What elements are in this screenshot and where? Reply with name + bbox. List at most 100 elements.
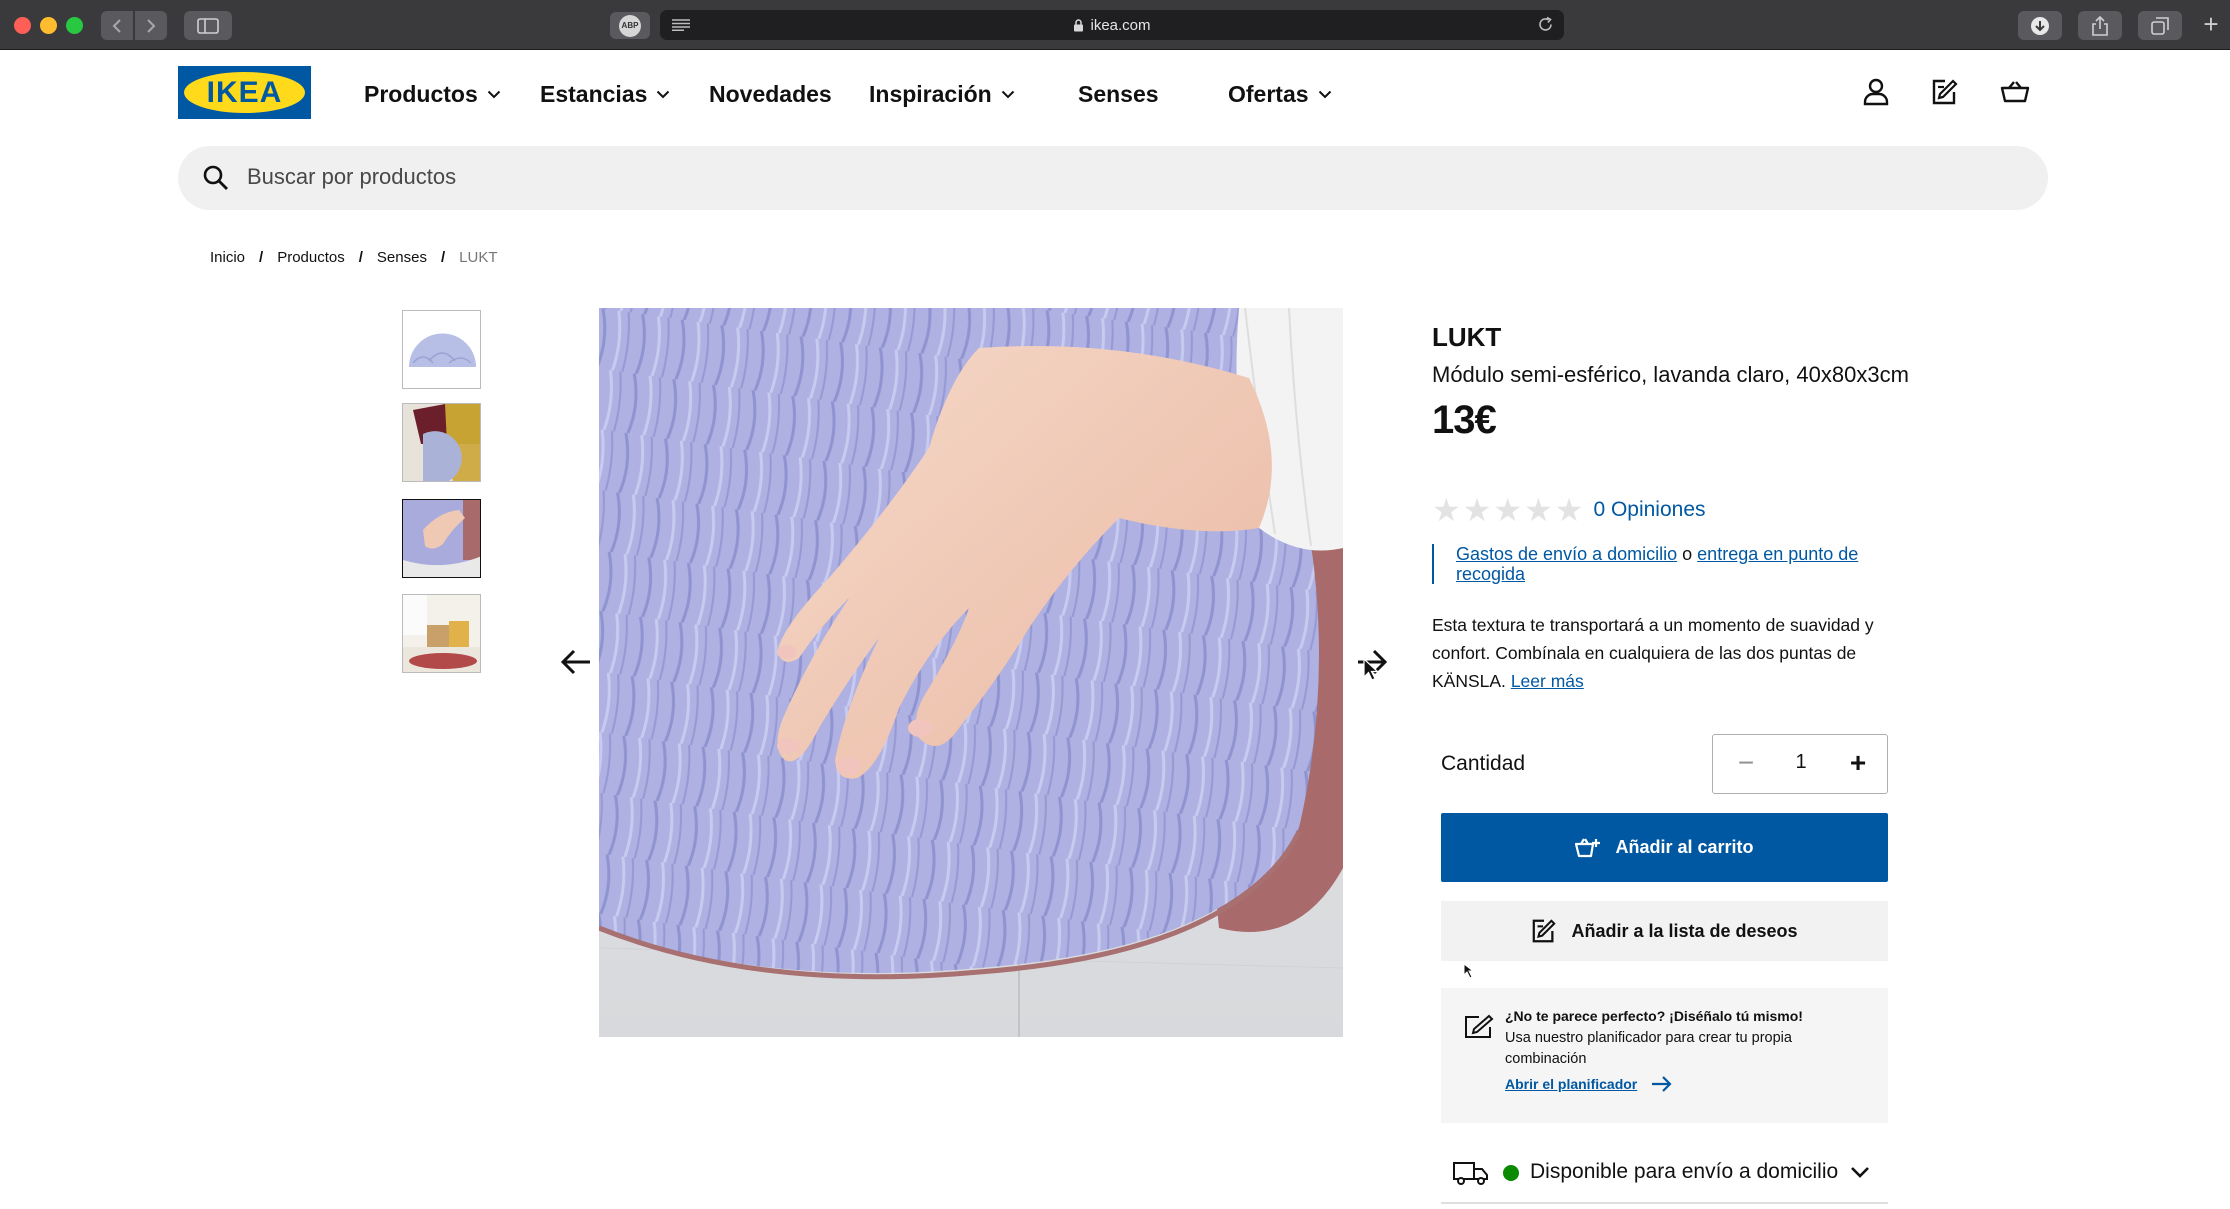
mouse-cursor-icon xyxy=(1463,962,1475,979)
star-icon: ★ xyxy=(1432,492,1461,528)
increase-quantity-button[interactable]: + xyxy=(1843,749,1873,779)
reload-icon[interactable] xyxy=(1537,16,1554,33)
tab-overview-button[interactable] xyxy=(2138,11,2182,40)
chevron-down-icon xyxy=(657,90,670,98)
product-photo xyxy=(599,308,1343,1037)
chevron-down-icon xyxy=(1001,90,1014,98)
wishlist-icon xyxy=(1533,919,1557,943)
breadcrumb-item-productos[interactable]: Productos xyxy=(277,249,345,266)
star-icon: ★ xyxy=(1524,492,1553,528)
open-planner-link[interactable]: Abrir el planificador xyxy=(1505,1075,1673,1093)
user-icon xyxy=(1863,78,1889,106)
availability-text: Disponible para envío a domicilio xyxy=(1530,1160,1839,1183)
chevron-left-icon xyxy=(112,18,121,33)
product-summary-text: Esta textura te transportará a un moment… xyxy=(1432,615,1874,691)
sidebar-toggle-button[interactable] xyxy=(184,11,232,40)
star-icon: ★ xyxy=(1554,492,1584,528)
cart-icon xyxy=(2000,81,2030,103)
reviews-link[interactable]: 0 Opiniones xyxy=(1593,498,1705,522)
account-button[interactable] xyxy=(1860,76,1892,108)
breadcrumb-item-senses[interactable]: Senses xyxy=(377,249,427,266)
wishlist-icon xyxy=(1932,79,1958,105)
add-to-wishlist-label: Añadir a la lista de deseos xyxy=(1571,920,1798,941)
shopping-list-button[interactable] xyxy=(1929,76,1961,108)
delivery-info: Gastos de envío a domicilio o entrega en… xyxy=(1432,544,1892,584)
star-icon: ★ xyxy=(1462,492,1492,528)
add-to-cart-button[interactable]: Añadir al carrito xyxy=(1441,813,1888,882)
thumbnail-1[interactable] xyxy=(402,310,481,389)
arrow-left-icon xyxy=(560,649,590,675)
nav-label: Estancias xyxy=(540,80,648,107)
search-icon xyxy=(203,165,228,190)
thumbnail-2[interactable] xyxy=(402,403,481,482)
nav-label: Ofertas xyxy=(1228,80,1309,107)
url-text: ikea.com xyxy=(1090,16,1151,34)
product-summary: Esta textura te transportará a un moment… xyxy=(1432,611,1892,695)
nav-item-senses[interactable]: Senses xyxy=(1078,76,1159,112)
share-button[interactable] xyxy=(2078,11,2122,40)
nav-label: Senses xyxy=(1078,80,1159,107)
main-product-image[interactable] xyxy=(599,308,1343,1037)
planner-text: Usa nuestro planificador para crear tu p… xyxy=(1505,1030,1792,1067)
share-icon xyxy=(2092,15,2108,36)
quantity-stepper: − 1 + xyxy=(1712,734,1888,794)
search-placeholder: Buscar por productos xyxy=(247,164,457,189)
ikea-logo[interactable]: IKEA xyxy=(178,66,311,119)
thumbnail-3[interactable] xyxy=(402,499,481,578)
adblock-label: ABP xyxy=(619,14,641,37)
mouse-cursor-icon xyxy=(1363,658,1379,681)
download-icon xyxy=(2031,16,2049,35)
downloads-button[interactable] xyxy=(2018,11,2062,40)
chevron-down-icon xyxy=(1318,90,1331,98)
search-bar[interactable]: Buscar por productos xyxy=(178,146,2048,210)
breadcrumb-separator: / xyxy=(259,249,264,266)
design-pencil-icon xyxy=(1465,1014,1494,1038)
home-delivery-link[interactable]: Gastos de envío a domicilio xyxy=(1456,544,1677,564)
breadcrumb-item-inicio[interactable]: Inicio xyxy=(210,249,245,266)
minimize-window-button[interactable] xyxy=(40,17,57,34)
product-description: Módulo semi-esférico, lavanda claro, 40x… xyxy=(1432,362,1909,387)
reader-mode-icon[interactable] xyxy=(672,19,690,31)
planner-promo: ¿No te parece perfecto? ¡Diséñalo tú mis… xyxy=(1441,988,1888,1123)
url-display: ikea.com xyxy=(1073,16,1151,34)
adblock-extension-button[interactable]: ABP xyxy=(610,12,650,39)
nav-item-estancias[interactable]: Estancias xyxy=(540,76,670,112)
availability-status-dot xyxy=(1503,1165,1519,1181)
chevron-down-icon xyxy=(487,90,500,98)
nav-item-ofertas[interactable]: Ofertas xyxy=(1228,76,1332,112)
address-bar[interactable]: ikea.com xyxy=(660,10,1564,40)
thumbnail-image xyxy=(403,311,480,388)
forward-button[interactable] xyxy=(135,11,167,40)
read-more-link[interactable]: Leer más xyxy=(1511,671,1584,691)
back-button[interactable] xyxy=(101,11,133,40)
arrow-right-icon xyxy=(1652,1076,1672,1092)
breadcrumb-current: LUKT xyxy=(459,249,498,266)
zoom-window-button[interactable] xyxy=(66,17,83,34)
thumbnail-4[interactable] xyxy=(402,594,481,673)
previous-image-button[interactable] xyxy=(558,646,594,678)
browser-toolbar: ABP ikea.com + xyxy=(0,0,2230,50)
truck-icon xyxy=(1453,1162,1488,1185)
breadcrumb-separator: / xyxy=(358,249,363,266)
nav-item-productos[interactable]: Productos xyxy=(364,76,501,112)
planner-title: ¿No te parece perfecto? ¡Diséñalo tú mis… xyxy=(1505,1008,1803,1024)
nav-item-novedades[interactable]: Novedades xyxy=(709,76,832,112)
product-name: LUKT xyxy=(1432,322,1502,352)
decrease-quantity-button[interactable]: − xyxy=(1731,749,1761,779)
nav-label: Productos xyxy=(364,80,478,107)
delivery-or: o xyxy=(1682,544,1693,564)
home-delivery-availability[interactable]: Disponible para envío a domicilio xyxy=(1441,1156,1888,1204)
add-to-wishlist-button[interactable]: Añadir a la lista de deseos xyxy=(1441,901,1888,961)
cart-button[interactable] xyxy=(1999,76,2031,108)
product-rating[interactable]: ★ ★ ★ ★ ★ 0 Opiniones xyxy=(1432,494,1706,526)
lock-icon xyxy=(1074,18,1084,31)
close-window-button[interactable] xyxy=(14,17,31,34)
nav-label: Novedades xyxy=(709,80,832,107)
thumbnail-image xyxy=(403,595,480,672)
nav-item-inspiracion[interactable]: Inspiración xyxy=(869,76,1015,112)
thumbnail-image xyxy=(403,500,480,577)
cart-plus-icon xyxy=(1575,837,1601,857)
new-tab-button[interactable]: + xyxy=(2200,11,2222,37)
nav-label: Inspiración xyxy=(869,80,992,107)
quantity-input[interactable]: 1 xyxy=(1785,751,1817,774)
